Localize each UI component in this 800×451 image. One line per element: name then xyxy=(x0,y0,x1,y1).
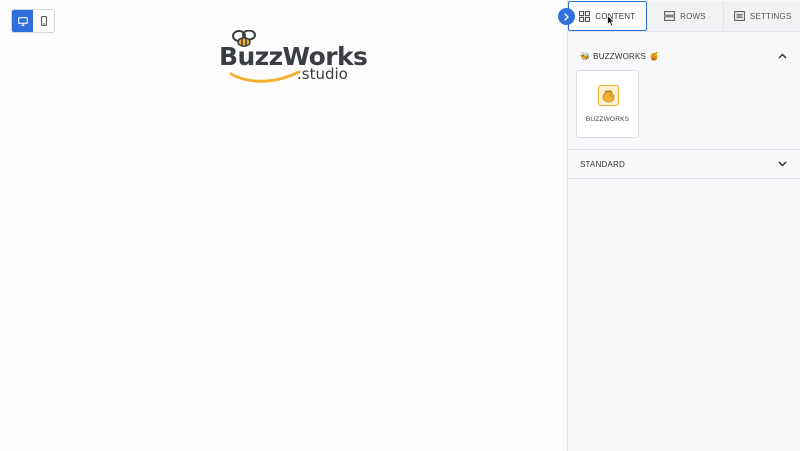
panel-tabs: CONTENT ROWS SETTINGS xyxy=(568,1,800,32)
bee-emoji: 🐝 xyxy=(580,51,591,61)
tab-settings-label: SETTINGS xyxy=(749,11,792,21)
side-panel: CONTENT ROWS SETTINGS 🐝 BUZZWORKS 🍯 STAN… xyxy=(567,0,800,451)
chevron-up-icon xyxy=(778,53,787,59)
tab-settings[interactable]: SETTINGS xyxy=(724,1,800,31)
tab-content-label: CONTENT xyxy=(595,11,636,21)
logo-swoosh xyxy=(229,70,301,83)
rows-icon xyxy=(664,11,676,21)
honey-pot-icon xyxy=(598,85,619,106)
tab-rows[interactable]: ROWS xyxy=(646,1,725,31)
tab-rows-label: ROWS xyxy=(680,11,706,21)
honey-emoji: 🍯 xyxy=(649,51,660,61)
content-block-label: BUZZWORKS xyxy=(585,116,630,123)
chevron-down-icon xyxy=(778,161,787,167)
section-buzzworks-label: BUZZWORKS xyxy=(593,51,647,61)
settings-list-icon xyxy=(733,11,745,21)
collapse-panel-button[interactable] xyxy=(558,8,575,25)
mobile-view-button[interactable] xyxy=(33,10,54,32)
mouse-cursor-icon xyxy=(607,15,615,27)
desktop-view-button[interactable] xyxy=(12,10,33,32)
grid-icon xyxy=(579,10,591,22)
desktop-icon xyxy=(17,16,28,26)
section-buzzworks-header[interactable]: 🐝 BUZZWORKS 🍯 xyxy=(568,41,800,71)
section-standard-label: STANDARD xyxy=(580,159,626,169)
buzzworks-logo[interactable]: BuzzWorks .studio xyxy=(219,30,368,86)
device-toggle xyxy=(11,9,55,33)
chevron-right-icon xyxy=(564,12,569,21)
section-standard-header[interactable]: STANDARD xyxy=(568,149,800,179)
mobile-icon xyxy=(40,16,47,26)
content-block-buzzworks[interactable]: BUZZWORKS xyxy=(576,70,639,138)
section-title: 🐝 BUZZWORKS 🍯 xyxy=(580,52,659,61)
logo-subtext: .studio xyxy=(297,65,348,83)
